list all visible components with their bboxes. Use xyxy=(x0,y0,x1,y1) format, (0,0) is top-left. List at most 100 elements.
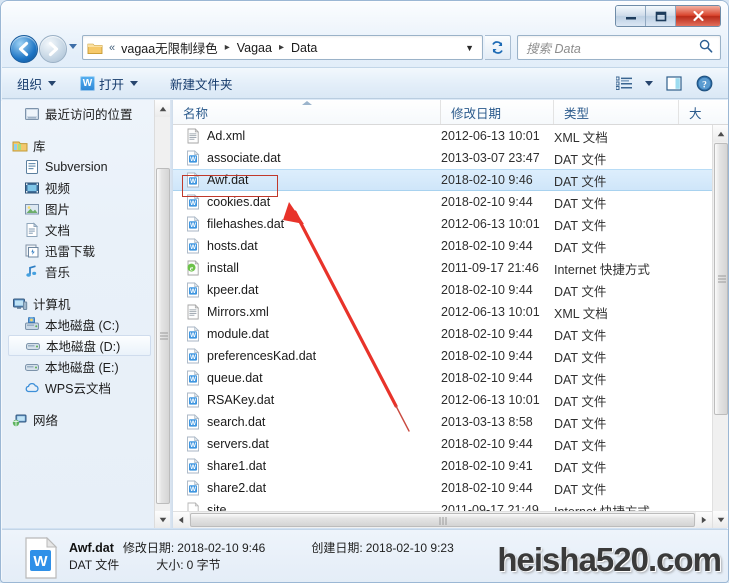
close-button[interactable] xyxy=(676,6,720,26)
new-folder-button[interactable]: 新建文件夹 xyxy=(161,70,242,96)
svg-text:W: W xyxy=(190,156,197,163)
history-dropdown-icon[interactable] xyxy=(69,44,77,49)
column-header-2[interactable]: 类型 xyxy=(554,100,679,124)
details-modified-value: 2018-02-10 9:46 xyxy=(177,540,266,555)
details-pane: W Awf.dat 修改日期: 2018-02-10 9:46 创建日期: 20… xyxy=(2,529,728,582)
dat-file-icon: W xyxy=(185,436,201,452)
sidebar-scroll-thumb[interactable] xyxy=(156,168,170,504)
breadcrumb-item-0[interactable]: vagaa无限制绿色 xyxy=(119,38,220,57)
file-list-vertical-scrollbar[interactable] xyxy=(712,125,728,528)
breadcrumb-item-2[interactable]: Data xyxy=(289,41,319,55)
table-row[interactable]: Ad.xml 2012-06-13 10:01 XML 文档 xyxy=(173,125,712,147)
table-row[interactable]: Whosts.dat 2018-02-10 9:44 DAT 文件 xyxy=(173,235,712,257)
search-input[interactable]: 搜索 Data xyxy=(518,38,581,57)
breadcrumb-separator-icon[interactable]: ▸ xyxy=(274,42,289,53)
table-row[interactable]: Wassociate.dat 2013-03-07 23:47 DAT 文件 xyxy=(173,147,712,169)
view-options-button[interactable] xyxy=(609,71,639,95)
breadcrumb-item-1[interactable]: Vagaa xyxy=(235,41,274,55)
forward-button[interactable] xyxy=(39,35,67,63)
file-name-label: share2.dat xyxy=(207,481,267,495)
table-row[interactable]: Wshare1.dat 2018-02-10 9:41 DAT 文件 xyxy=(173,455,712,477)
sidebar-item-0[interactable]: 最近访问的位置 xyxy=(2,103,154,124)
sidebar-scroll-up-button[interactable] xyxy=(155,100,170,117)
file-list-horizontal-scrollbar[interactable] xyxy=(173,511,712,528)
details-file-name: Awf.dat xyxy=(69,540,114,555)
table-row[interactable]: Wservers.dat 2018-02-10 9:44 DAT 文件 xyxy=(173,433,712,455)
sidebar-item-label: 文档 xyxy=(45,224,71,238)
column-header-1[interactable]: 修改日期 xyxy=(441,100,554,124)
sidebar-item-7[interactable]: 音乐 xyxy=(2,261,154,282)
file-name-label: hosts.dat xyxy=(207,239,258,253)
command-toolbar: 组织 W 打开 新建文件夹 ? xyxy=(2,67,728,99)
scroll-up-button[interactable] xyxy=(713,125,728,142)
scroll-down-button[interactable] xyxy=(713,511,728,528)
details-created-label: 创建日期: xyxy=(311,540,363,555)
back-button[interactable] xyxy=(10,35,38,63)
open-label: 打开 xyxy=(99,77,125,92)
organize-button[interactable]: 组织 xyxy=(8,70,65,96)
table-row[interactable]: site 2011-09-17 21:49 Internet 快捷方式 xyxy=(173,499,712,511)
explorer-window: « vagaa无限制绿色 ▸ Vagaa ▸ Data ▼ 搜索 Data 组织… xyxy=(0,0,729,583)
navigation-pane: 最近访问的位置库 Subversion 视频 图片文档迅雷下载 音乐计算机 本地磁盘 (C… xyxy=(2,100,170,528)
refresh-button[interactable] xyxy=(485,35,511,60)
view-dropdown-icon[interactable] xyxy=(639,71,659,95)
nav-group-gap xyxy=(2,124,154,135)
file-list-scroll-thumb[interactable] xyxy=(714,143,728,415)
preview-pane-button[interactable] xyxy=(659,71,689,95)
sidebar-item-11[interactable]: 本地磁盘 (E:) xyxy=(2,356,154,377)
address-overflow-chevron[interactable]: « xyxy=(105,42,119,54)
sidebar-item-4[interactable]: 图片 xyxy=(2,198,154,219)
breadcrumb-separator-icon[interactable]: ▸ xyxy=(220,42,235,53)
table-row[interactable]: W RSAKey.dat 2012-06-13 10:01 DAT 文件 xyxy=(173,389,712,411)
dat-file-icon: W xyxy=(185,392,201,408)
table-row[interactable]: Wkpeer.dat 2018-02-10 9:44 DAT 文件 xyxy=(173,279,712,301)
address-bar[interactable]: « vagaa无限制绿色 ▸ Vagaa ▸ Data ▼ xyxy=(82,35,483,60)
details-line-1: Awf.dat 修改日期: 2018-02-10 9:46 创建日期: 2018… xyxy=(69,540,454,557)
svg-text:W: W xyxy=(190,398,197,405)
table-row[interactable]: Wcookies.dat 2018-02-10 9:44 DAT 文件 xyxy=(173,191,712,213)
sidebar-item-6[interactable]: 迅雷下载 xyxy=(2,240,154,261)
table-row[interactable]: Wshare2.dat 2018-02-10 9:44 DAT 文件 xyxy=(173,477,712,499)
sidebar-item-3[interactable]: 视频 xyxy=(2,177,154,198)
sidebar-item-label: 本地磁盘 (E:) xyxy=(45,361,119,375)
address-dropdown-icon[interactable]: ▼ xyxy=(457,43,482,53)
scroll-grip-icon xyxy=(718,274,726,285)
open-button[interactable]: W 打开 xyxy=(71,70,147,96)
column-header-0[interactable]: 名称 xyxy=(173,100,441,124)
sidebar-scrollbar[interactable] xyxy=(154,100,170,528)
sidebar-scroll-down-button[interactable] xyxy=(155,511,170,528)
table-row[interactable]: e install 2011-09-17 21:46 Internet 快捷方式 xyxy=(173,257,712,279)
column-header-3[interactable]: 大 xyxy=(679,100,728,124)
maximize-button[interactable] xyxy=(646,6,676,26)
sidebar-item-9[interactable]: 本地磁盘 (C:) xyxy=(2,314,154,335)
sidebar-item-10[interactable]: 本地磁盘 (D:) xyxy=(8,335,151,356)
file-date-cell: 2012-06-13 10:01 xyxy=(441,305,540,319)
minimize-button[interactable] xyxy=(616,6,646,26)
svg-text:W: W xyxy=(190,222,197,229)
file-type-cell: DAT 文件 xyxy=(554,482,607,497)
table-row[interactable]: Wfilehashes.dat 2012-06-13 10:01 DAT 文件 xyxy=(173,213,712,235)
sidebar-item-12[interactable]: WPS云文档 xyxy=(2,377,154,398)
scroll-right-button[interactable] xyxy=(696,512,712,528)
details-created-value: 2018-02-10 9:23 xyxy=(365,540,454,555)
sidebar-item-5[interactable]: 文档 xyxy=(2,219,154,240)
sidebar-item-8[interactable]: 计算机 xyxy=(2,293,154,314)
table-row[interactable]: Wsearch.dat 2013-03-13 8:58 DAT 文件 xyxy=(173,411,712,433)
help-button[interactable]: ? xyxy=(689,71,719,95)
table-row[interactable]: W Awf.dat 2018-02-10 9:46 DAT 文件 xyxy=(173,169,712,191)
table-row[interactable]: WpreferencesKad.dat 2018-02-10 9:44 DAT 文件 xyxy=(173,345,712,367)
search-box[interactable]: 搜索 Data xyxy=(517,35,721,60)
sidebar-item-13[interactable]: 网络 xyxy=(2,409,154,430)
sidebar-item-1[interactable]: 库 xyxy=(2,135,154,156)
svg-text:W: W xyxy=(190,244,197,251)
file-type-cell: DAT 文件 xyxy=(554,328,607,343)
file-name-cell: site xyxy=(173,502,226,511)
table-row[interactable]: Mirrors.xml 2012-06-13 10:01 XML 文档 xyxy=(173,301,712,323)
scroll-left-button[interactable] xyxy=(173,512,189,528)
table-row[interactable]: Wqueue.dat 2018-02-10 9:44 DAT 文件 xyxy=(173,367,712,389)
table-row[interactable]: Wmodule.dat 2018-02-10 9:44 DAT 文件 xyxy=(173,323,712,345)
details-file-icon: W xyxy=(24,536,58,579)
file-date-cell: 2018-02-10 9:44 xyxy=(441,371,533,385)
horizontal-scroll-thumb[interactable] xyxy=(190,513,695,527)
sidebar-item-2[interactable]: Subversion xyxy=(2,156,154,177)
